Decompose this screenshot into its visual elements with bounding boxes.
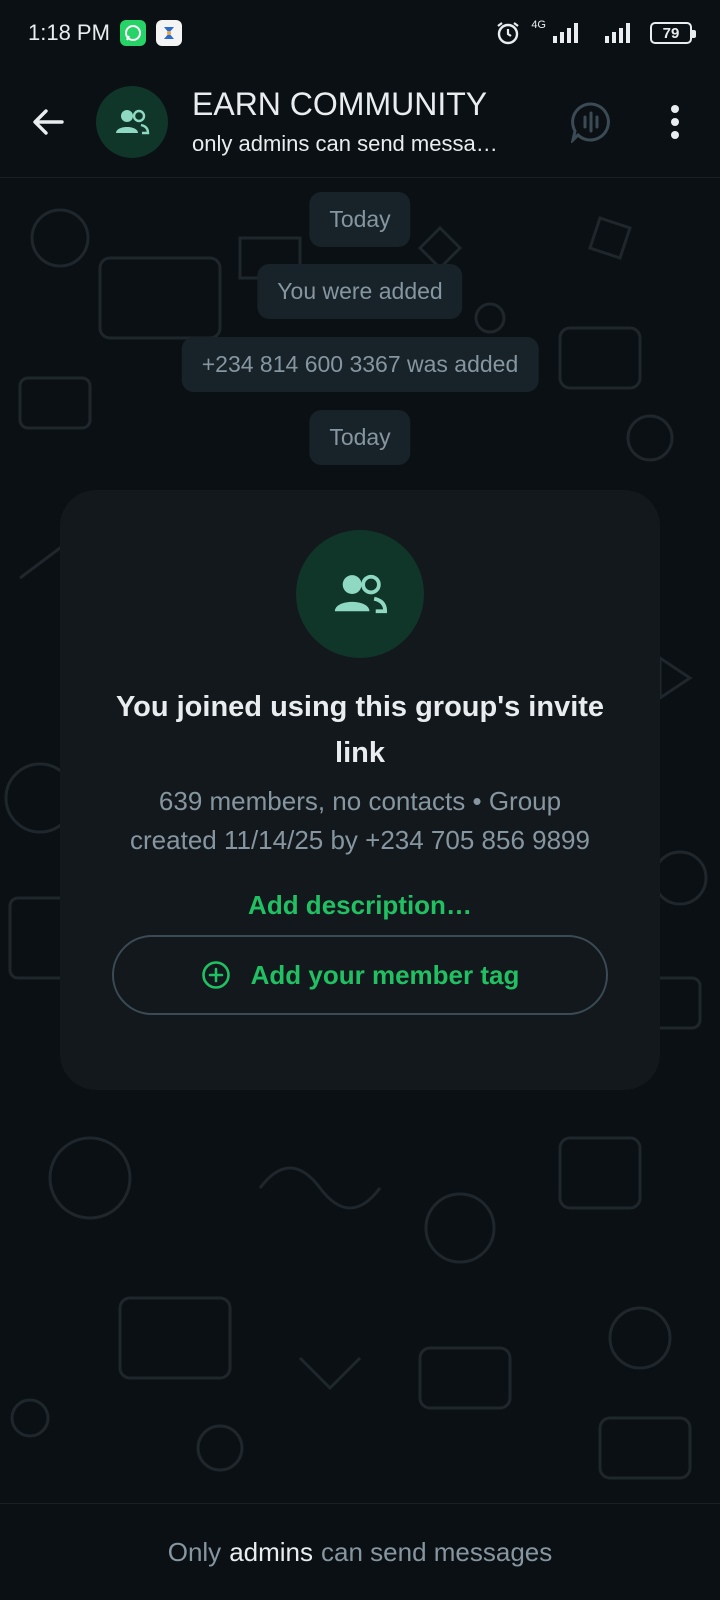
alarm-icon — [495, 20, 521, 46]
system-message: +234 814 600 3367 was added — [181, 337, 539, 392]
group-meta-info: 639 members, no contacts • Group created… — [130, 786, 590, 855]
network-type-label: 4G — [531, 19, 546, 31]
battery-icon: 79 — [650, 22, 696, 44]
date-separator: Today — [309, 192, 411, 247]
invite-title: You joined using this group's invite lin… — [115, 691, 605, 769]
footer-admins-link[interactable]: admins — [229, 1537, 313, 1568]
add-description-link[interactable]: Add description… — [248, 890, 472, 921]
group-avatar-icon — [116, 109, 150, 134]
back-arrow-icon — [33, 108, 64, 135]
footer-text-after: can send messages — [321, 1536, 553, 1567]
add-member-tag-button[interactable]: Add your member tag — [112, 935, 608, 1015]
whatsapp-notification-icon — [119, 20, 146, 46]
system-message: You were added — [257, 264, 463, 319]
admins-only-footer: Only admins can send messages — [0, 1503, 720, 1600]
voice-chat-button[interactable] — [556, 66, 626, 178]
chat-area[interactable]: Today You were added +234 814 600 3367 w… — [0, 178, 720, 1503]
group-icon — [334, 574, 388, 614]
add-member-tag-label: Add your member tag — [250, 959, 520, 990]
status-bar: 1:18 PM 4G 79 — [0, 0, 720, 66]
invite-info-card: You joined using this group's invite lin… — [60, 490, 660, 1090]
group-avatar[interactable] — [96, 85, 168, 158]
footer-text-before: Only — [167, 1536, 222, 1567]
group-title-block[interactable]: EARN COMMUNITY only admins can send mess… — [192, 86, 532, 157]
group-avatar-large — [296, 530, 424, 658]
status-time: 1:18 PM — [28, 20, 110, 45]
app-notification-icon — [155, 20, 182, 46]
chat-header: EARN COMMUNITY only admins can send mess… — [0, 66, 720, 178]
group-subtitle: only admins can send messa… — [192, 131, 498, 156]
signal-4g-icon — [552, 22, 582, 44]
back-button[interactable] — [0, 66, 96, 178]
status-bar-right: 4G 79 — [495, 19, 696, 46]
signal-icon — [604, 22, 634, 44]
voice-chat-icon — [570, 102, 610, 143]
more-options-button[interactable] — [640, 66, 710, 178]
date-separator: Today — [309, 410, 411, 465]
group-title: EARN COMMUNITY — [192, 86, 488, 122]
more-vertical-icon — [671, 105, 679, 139]
add-circle-icon — [201, 961, 230, 989]
status-bar-left: 1:18 PM — [28, 20, 182, 46]
